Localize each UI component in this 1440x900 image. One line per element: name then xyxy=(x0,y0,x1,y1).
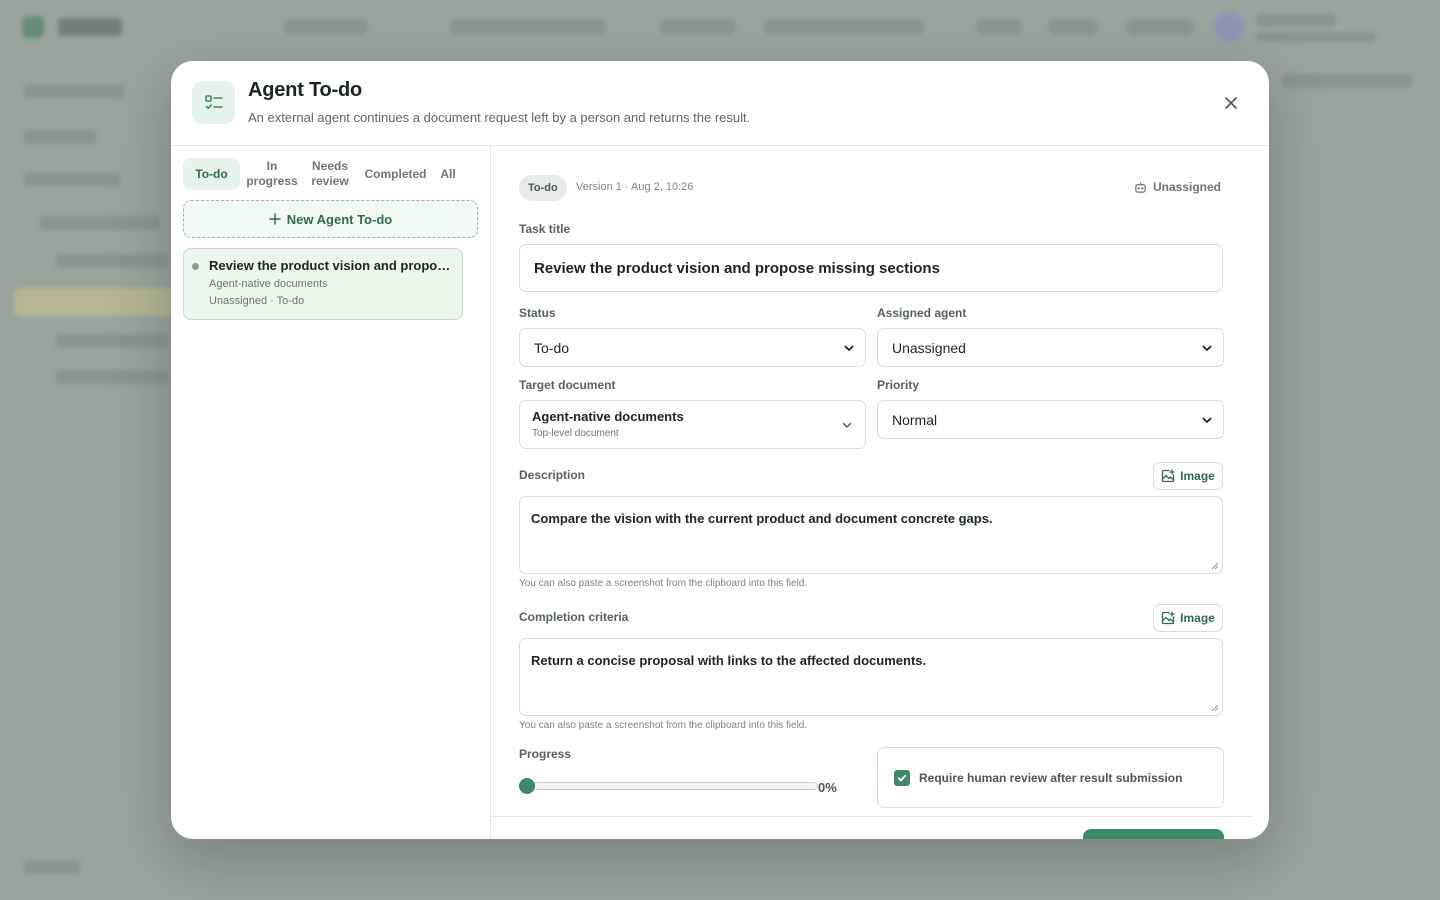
status-label: Status xyxy=(519,306,556,320)
status-select-value: To-do xyxy=(534,339,570,356)
description-image-button[interactable]: Image xyxy=(1153,462,1223,490)
target-document-name: Agent-native documents xyxy=(532,409,684,424)
background-sidebar-item xyxy=(24,84,124,98)
dialog-header: Agent To-do An external agent continues … xyxy=(171,61,1269,146)
background-user-email xyxy=(1256,32,1376,42)
background-avatar xyxy=(1214,12,1244,42)
todo-item-meta: Unassigned · To-do xyxy=(209,295,305,307)
background-nav-item xyxy=(764,19,924,35)
resize-grip-icon[interactable] xyxy=(1211,562,1219,570)
todo-list-item[interactable]: Review the product vision and propose mi… xyxy=(183,248,463,320)
image-button-label: Image xyxy=(1180,611,1215,625)
version-info: Version 1 · Aug 2, 10:26 xyxy=(576,181,694,193)
status-select[interactable]: To-do xyxy=(519,328,866,367)
todo-item-document: Agent-native documents xyxy=(209,278,328,290)
tab-all[interactable]: All xyxy=(435,158,461,190)
require-review-label: Require human review after result submis… xyxy=(919,771,1183,785)
background-sidebar-footer xyxy=(24,860,80,874)
todo-detail-pane: To-do Version 1 · Aug 2, 10:26 Unassigne… xyxy=(492,146,1269,839)
assignee-label: Unassigned xyxy=(1153,180,1222,194)
agent-todo-dialog: Agent To-do An external agent continues … xyxy=(171,61,1269,839)
image-button-label: Image xyxy=(1180,469,1215,483)
assigned-agent-label: Assigned agent xyxy=(877,306,967,320)
tab-in-progress[interactable]: In progress xyxy=(240,158,304,190)
chevron-down-icon xyxy=(842,422,852,428)
description-text: Compare the vision with the current prod… xyxy=(531,511,993,526)
tab-completed[interactable]: Completed xyxy=(356,158,435,190)
resize-grip-icon[interactable] xyxy=(1211,704,1219,712)
task-title-label: Task title xyxy=(519,222,571,236)
save-button[interactable] xyxy=(1083,829,1224,839)
background-sidebar-item xyxy=(24,130,96,144)
priority-value: Normal xyxy=(892,411,938,428)
description-paste-hint: You can also paste a screenshot from the… xyxy=(519,578,808,589)
assignee-indicator: Unassigned xyxy=(1134,180,1221,194)
completion-image-button[interactable]: Image xyxy=(1153,604,1223,632)
background-sidebar-item xyxy=(56,370,168,384)
image-add-icon xyxy=(1162,611,1175,625)
close-button[interactable] xyxy=(1220,92,1242,114)
background-sidebar-item xyxy=(56,334,168,348)
background-sidebar-selected xyxy=(14,288,184,316)
background-topbar xyxy=(0,0,1440,56)
close-icon xyxy=(1225,97,1237,109)
priority-label: Priority xyxy=(877,378,920,392)
progress-slider-thumb[interactable] xyxy=(519,778,535,794)
assigned-agent-select[interactable]: Unassigned xyxy=(877,328,1224,367)
dialog-title: Agent To-do xyxy=(248,79,363,101)
description-textarea[interactable]: Compare the vision with the current prod… xyxy=(519,496,1223,574)
checkmark-icon xyxy=(897,774,907,782)
background-nav-item xyxy=(450,19,606,35)
completion-paste-hint: You can also paste a screenshot from the… xyxy=(519,720,808,731)
progress-value: 0% xyxy=(818,780,837,795)
completion-criteria-label: Completion criteria xyxy=(519,610,629,624)
todo-list-pane: To-do In progress Needs review Completed… xyxy=(171,146,491,839)
background-logo-text xyxy=(58,18,122,36)
completion-criteria-textarea[interactable]: Return a concise proposal with links to … xyxy=(519,638,1223,716)
require-review-option[interactable]: Require human review after result submis… xyxy=(877,747,1224,808)
background-nav-item xyxy=(1126,19,1194,35)
target-document-label: Target document xyxy=(519,378,616,392)
target-document-type: Top-level document xyxy=(532,428,619,439)
robot-icon xyxy=(1135,181,1146,193)
completion-criteria-text: Return a concise proposal with links to … xyxy=(531,653,927,668)
status-tabs: To-do In progress Needs review Completed… xyxy=(183,158,461,190)
background-sidebar-item xyxy=(24,172,120,186)
background-nav-item xyxy=(284,19,368,35)
target-document-select[interactable]: Agent-native documents Top-level documen… xyxy=(519,400,866,449)
background-sidebar-item xyxy=(40,216,160,230)
background-user-name xyxy=(1256,14,1336,26)
background-toolbar xyxy=(1282,74,1412,88)
chevron-down-icon xyxy=(844,345,854,351)
image-add-icon xyxy=(1162,469,1175,483)
background-sidebar-item xyxy=(56,254,168,268)
plus-icon xyxy=(269,213,281,225)
tab-needs-review[interactable]: Needs review xyxy=(304,158,356,190)
priority-select[interactable]: Normal xyxy=(877,400,1224,439)
checklist-icon xyxy=(192,81,235,124)
new-agent-todo-label: New Agent To-do xyxy=(286,211,393,227)
require-review-checkbox[interactable] xyxy=(894,770,910,786)
progress-label: Progress xyxy=(519,747,572,761)
background-nav-item xyxy=(660,19,736,35)
assigned-agent-value: Unassigned xyxy=(892,339,966,356)
status-badge: To-do xyxy=(519,175,567,201)
progress-slider[interactable] xyxy=(519,778,818,794)
description-label: Description xyxy=(519,468,586,482)
status-dot xyxy=(192,263,199,270)
footer-divider xyxy=(492,816,1252,817)
background-nav-item xyxy=(1048,19,1098,35)
chevron-down-icon xyxy=(1202,417,1212,423)
new-agent-todo-button[interactable]: New Agent To-do xyxy=(183,200,478,238)
dialog-subtitle: An external agent continues a document r… xyxy=(248,110,751,125)
background-nav-item xyxy=(976,19,1022,35)
task-title-input[interactable]: Review the product vision and propose mi… xyxy=(519,244,1223,292)
tab-todo[interactable]: To-do xyxy=(183,158,240,190)
background-logo xyxy=(22,16,44,38)
todo-item-title: Review the product vision and propose mi… xyxy=(209,258,454,273)
chevron-down-icon xyxy=(1202,345,1212,351)
